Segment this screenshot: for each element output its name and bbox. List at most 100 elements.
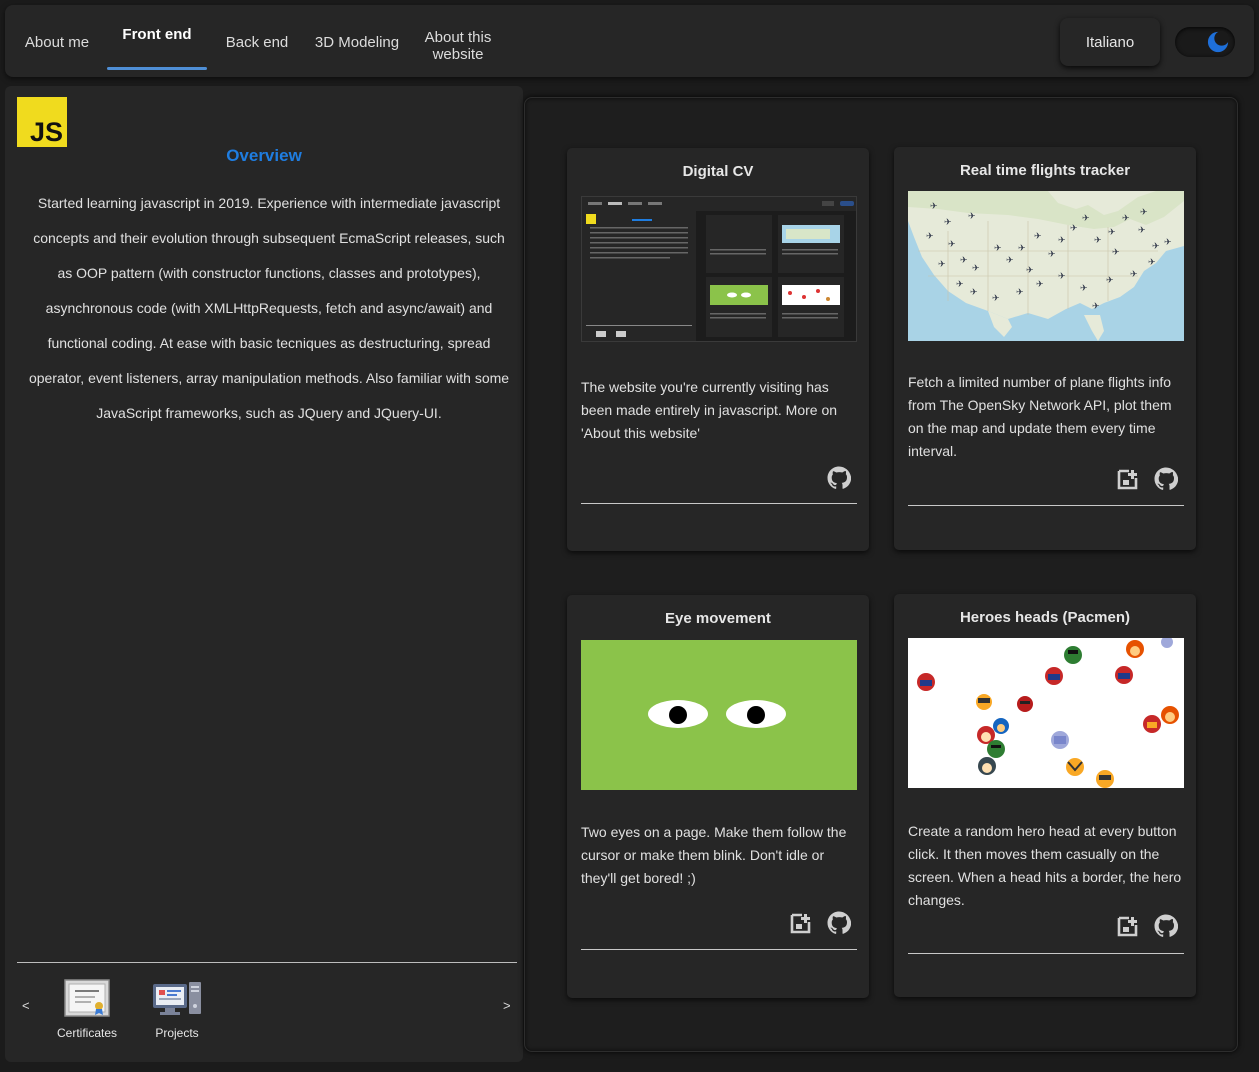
svg-text:✈: ✈ [970, 288, 978, 298]
prev-arrow[interactable]: < [22, 998, 30, 1013]
svg-text:✈: ✈ [930, 202, 938, 212]
card-divider [908, 505, 1184, 506]
card-description: Create a random hero head at every butto… [908, 823, 1182, 908]
card-title: Eye movement [665, 610, 771, 627]
svg-text:✈: ✈ [1164, 238, 1172, 248]
theme-toggle[interactable] [1175, 27, 1235, 57]
tab-front-end[interactable]: Front end [107, 15, 207, 70]
tab-back-end[interactable]: Back end [219, 15, 295, 70]
javascript-logo: JS [17, 97, 67, 147]
card-divider [908, 953, 1184, 954]
svg-text:✈: ✈ [956, 280, 964, 290]
svg-text:✈: ✈ [992, 294, 1000, 304]
heroes-heads-preview [908, 638, 1184, 788]
tab-label: 3D Modeling [314, 34, 400, 51]
github-icon[interactable] [827, 911, 851, 935]
svg-text:✈: ✈ [1094, 236, 1102, 246]
tab-label: About this website [424, 28, 492, 63]
svg-text:✈: ✈ [1058, 236, 1066, 246]
card-description: The website you're currently visiting ha… [581, 379, 838, 441]
certificate-icon [64, 979, 110, 1017]
svg-text:✈: ✈ [968, 212, 976, 222]
tab-3d-modeling[interactable]: 3D Modeling [307, 15, 407, 70]
svg-text:✈: ✈ [1026, 266, 1034, 276]
svg-text:✈: ✈ [1152, 242, 1160, 252]
digital-cv-screenshot[interactable] [581, 196, 857, 342]
card-description: Fetch a limited number of plane flights … [908, 374, 1172, 459]
svg-text:✈: ✈ [1138, 226, 1146, 236]
card-actions [789, 911, 851, 935]
eye-movement-preview [581, 640, 857, 790]
digital-cv-preview [582, 197, 856, 341]
svg-text:✈: ✈ [938, 260, 946, 270]
svg-text:✈: ✈ [1122, 214, 1130, 224]
active-tab-indicator [107, 67, 207, 70]
flights-map-preview: ✈✈✈ ✈✈✈ ✈✈✈ ✈✈✈ ✈✈✈ ✈✈✈ ✈✈✈ ✈✈✈ ✈✈✈ ✈✈✈ … [908, 191, 1184, 341]
heroes-heads-screenshot[interactable] [908, 638, 1184, 788]
svg-text:✈: ✈ [1018, 244, 1026, 254]
card-divider [581, 503, 857, 504]
flights-map-screenshot[interactable]: ✈ ✈ ✈ ✈ ✈ ✈ ✈ ✈ ✈ ✈ ✈ ✈ ✈ ✈ ✈ ✈ ✈ ✈ ✈ ✈ ✈ ✈ ✈ ✈ ✈ ✈ ✈ ✈ ✈ ✈ … [908, 191, 1184, 341]
project-card-digital-cv: Digital CV The website you're currently … [567, 148, 869, 551]
card-title: Digital CV [682, 163, 754, 180]
open-demo-icon[interactable] [1116, 467, 1140, 491]
svg-text:✈: ✈ [1006, 256, 1014, 266]
open-demo-icon[interactable] [789, 911, 813, 935]
svg-text:✈: ✈ [1048, 250, 1056, 260]
svg-text:✈: ✈ [926, 232, 934, 242]
svg-text:✈: ✈ [1080, 284, 1088, 294]
bottom-item-label: Projects [155, 1026, 199, 1040]
project-card-heroes-heads: Heroes heads (Pacmen) Create a random he… [894, 594, 1196, 997]
project-card-eye-movement: Eye movement Two eyes on a page. Make th… [567, 595, 869, 998]
card-actions [1116, 914, 1178, 938]
tab-label: Front end [122, 26, 192, 43]
svg-text:✈: ✈ [1106, 276, 1114, 286]
svg-text:✈: ✈ [1130, 270, 1138, 280]
svg-text:✈: ✈ [944, 218, 952, 228]
language-label: Italiano [1085, 33, 1135, 51]
certificates-item[interactable]: Certificates [47, 978, 127, 1040]
svg-text:✈: ✈ [1058, 272, 1066, 282]
svg-text:✈: ✈ [1148, 258, 1156, 268]
moon-icon [1207, 31, 1229, 53]
language-button[interactable]: Italiano [1060, 18, 1160, 66]
next-arrow[interactable]: > [503, 998, 511, 1013]
svg-text:✈: ✈ [960, 256, 968, 266]
overview-text: Started learning javascript in 2019. Exp… [28, 195, 510, 421]
logo-text: JS [29, 117, 63, 147]
github-icon[interactable] [827, 466, 851, 490]
svg-text:✈: ✈ [1092, 302, 1100, 312]
card-title: Real time flights tracker [959, 162, 1131, 179]
github-icon[interactable] [1154, 467, 1178, 491]
tab-label: About me [24, 34, 90, 51]
eye-movement-screenshot[interactable] [581, 640, 857, 790]
card-description: Two eyes on a page. Make them follow the… [581, 824, 847, 886]
bottom-item-label: Certificates [56, 1026, 118, 1040]
overview-panel: JS Overview Started learning javascript … [5, 86, 523, 1062]
projects-icon [153, 982, 201, 1015]
svg-text:✈: ✈ [948, 240, 956, 250]
card-divider [581, 949, 857, 950]
tab-about-me[interactable]: About me [19, 15, 95, 70]
github-icon[interactable] [1154, 914, 1178, 938]
card-title: Heroes heads (Pacmen) [959, 609, 1131, 626]
tab-label: Back end [225, 34, 289, 51]
tab-about-this-website[interactable]: About this website [413, 18, 503, 73]
top-navbar: About me Front end Back end 3D Modeling … [5, 5, 1254, 77]
overview-title: Overview [226, 146, 302, 165]
svg-text:✈: ✈ [1034, 232, 1042, 242]
open-demo-icon[interactable] [1116, 914, 1140, 938]
divider [17, 962, 517, 963]
svg-text:✈: ✈ [1070, 224, 1078, 234]
svg-text:✈: ✈ [1140, 208, 1148, 218]
svg-text:✈: ✈ [994, 244, 1002, 254]
svg-text:✈: ✈ [1108, 228, 1116, 238]
card-actions [827, 466, 851, 490]
project-card-flights-tracker: Real time flights tracker ✈ ✈ ✈ ✈ ✈ ✈ ✈ … [894, 147, 1196, 550]
svg-text:✈: ✈ [972, 264, 980, 274]
svg-text:✈: ✈ [1112, 248, 1120, 258]
svg-text:✈: ✈ [1016, 288, 1024, 298]
projects-item[interactable]: Projects [137, 978, 217, 1040]
svg-text:✈: ✈ [1082, 214, 1090, 224]
card-actions [1116, 467, 1178, 491]
